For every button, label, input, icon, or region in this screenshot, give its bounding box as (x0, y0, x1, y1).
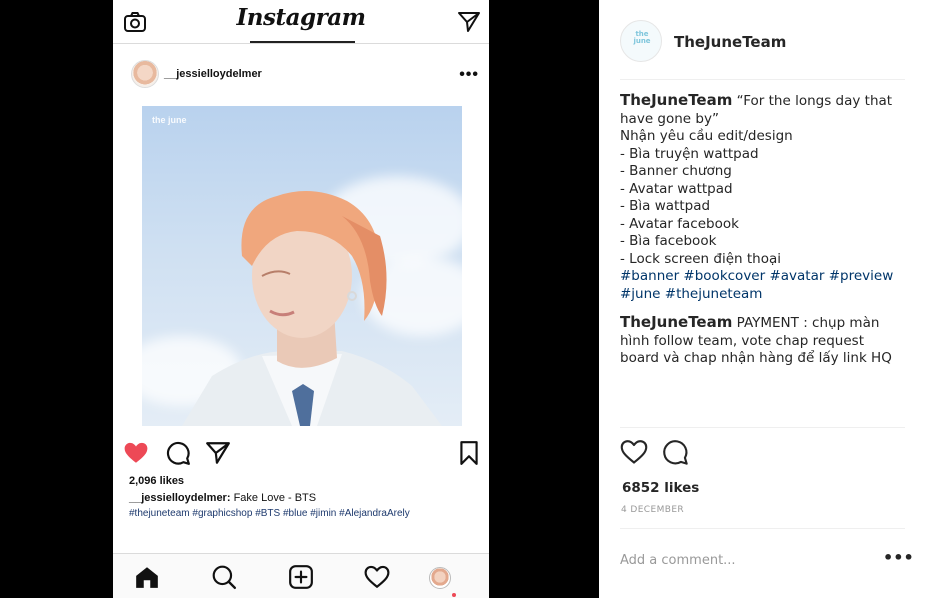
instagram-logo: Instagram (236, 4, 366, 31)
caption-line: - Bìa wattpad (620, 198, 711, 214)
post-date[interactable]: 4 DECEMBER (621, 505, 684, 515)
comment-icon[interactable] (165, 440, 191, 466)
caption-hashtags[interactable]: #june #thejuneteam (620, 286, 900, 304)
caption-username[interactable]: TheJuneTeam (620, 91, 732, 109)
caption-hashtags[interactable]: #banner #bookcover #avatar #preview (620, 268, 900, 286)
divider (620, 427, 905, 428)
caption-line: have gone by” (620, 110, 719, 127)
direct-send-icon[interactable] (457, 10, 481, 34)
heart-outline-icon[interactable] (620, 438, 648, 466)
panel-author-username[interactable]: TheJuneTeam (674, 33, 786, 51)
panel-like-count[interactable]: 6852 likes (622, 480, 699, 496)
post-caption: __jessielloydelmer: Fake Love - BTS (129, 492, 316, 504)
search-icon[interactable] (211, 564, 237, 590)
post-author-avatar[interactable] (131, 60, 159, 88)
share-icon[interactable] (205, 440, 231, 466)
profile-avatar[interactable] (429, 567, 451, 589)
panel-caption: TheJuneTeam “For the longs day that have… (620, 91, 900, 304)
post-image[interactable]: the june (142, 106, 462, 426)
bottom-nav-bar (113, 553, 489, 598)
comment-icon[interactable] (661, 438, 689, 466)
comment-username[interactable]: TheJuneTeam (620, 313, 732, 331)
instagram-phone-mockup: Instagram __jessielloydelmer ••• the jun… (113, 0, 489, 598)
panel-author-avatar[interactable]: the june (620, 20, 662, 62)
caption-line: - Bìa truyện wattpad (620, 145, 759, 162)
heart-filled-icon[interactable] (123, 440, 149, 466)
bookmark-icon[interactable] (456, 440, 482, 466)
caption-username[interactable]: __jessielloydelmer: (129, 492, 231, 504)
avatar-logo-mark: the june (633, 30, 651, 45)
post-action-row (113, 438, 489, 468)
caption-line: - Banner chương (620, 163, 732, 179)
app-top-bar: Instagram (113, 0, 489, 44)
portrait-illustration (182, 191, 442, 426)
caption-line: “For the longs day that (736, 93, 893, 109)
panel-comment: TheJuneTeam PAYMENT : chụp màn hình foll… (620, 313, 905, 368)
like-count[interactable]: 2,096 likes (129, 475, 184, 487)
panel-more-options[interactable]: ••• (883, 550, 914, 566)
divider (620, 528, 905, 529)
caption-line: - Avatar facebook (620, 215, 739, 232)
add-icon[interactable] (288, 564, 314, 590)
caption-line: - Bìa facebook (620, 233, 717, 249)
post-author-username[interactable]: __jessielloydelmer (164, 68, 262, 80)
panel-header: the june TheJuneTeam (620, 18, 905, 80)
post-more-options[interactable]: ••• (459, 67, 479, 83)
home-icon[interactable] (134, 564, 160, 590)
post-hashtags[interactable]: #thejuneteam #graphicshop #BTS #blue #ji… (129, 508, 410, 519)
post-detail-panel: the june TheJuneTeam TheJuneTeam “For th… (599, 0, 928, 598)
activity-heart-icon[interactable] (364, 564, 390, 590)
caption-line: - Avatar wattpad (620, 180, 733, 197)
logo-underline (250, 41, 355, 43)
caption-text: Fake Love - BTS (230, 492, 317, 504)
notification-dot (452, 593, 456, 597)
caption-line: - Lock screen điện thoại (620, 250, 782, 267)
post-header: __jessielloydelmer ••• (113, 56, 489, 92)
caption-line: Nhận yêu cầu edit/design (620, 128, 793, 144)
add-comment-input[interactable]: Add a comment... (620, 553, 736, 568)
